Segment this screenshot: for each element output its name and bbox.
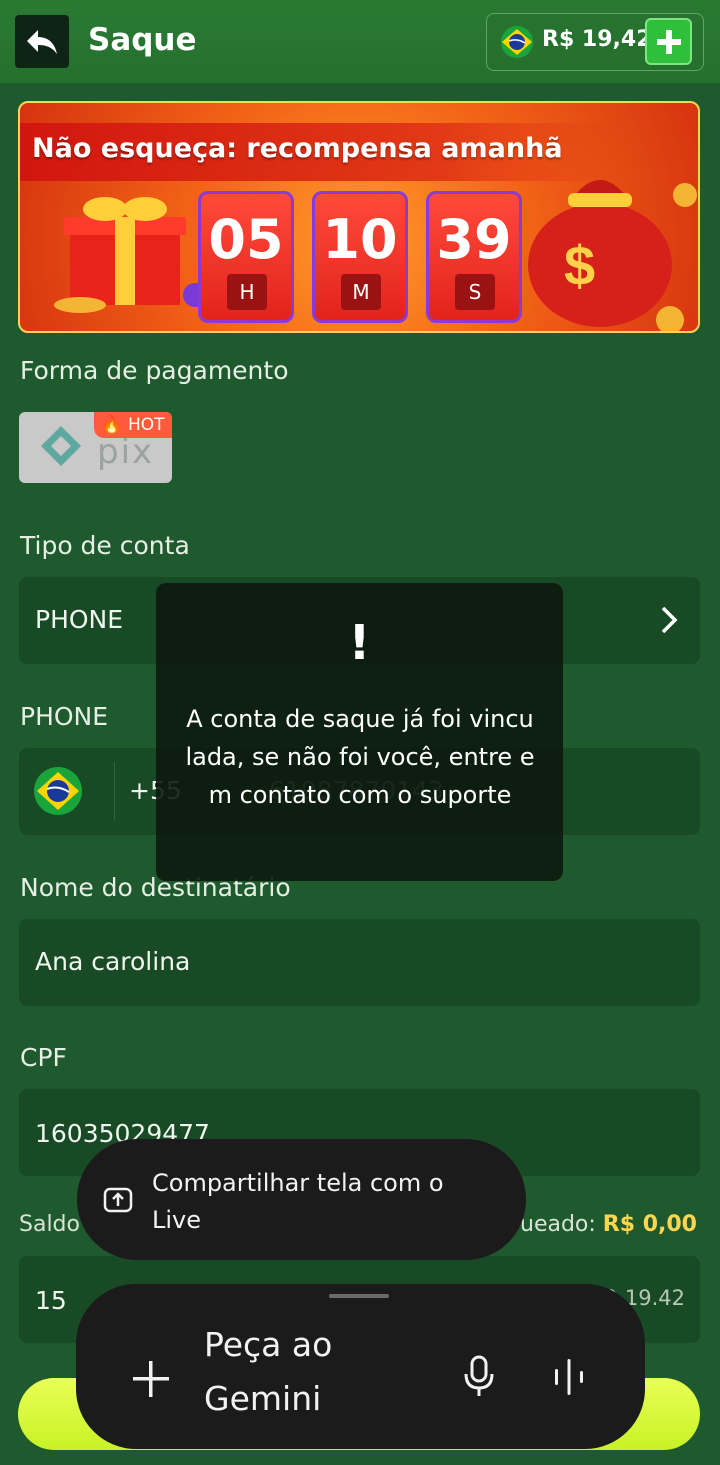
recipient-input[interactable]: Ana carolina: [19, 919, 700, 1006]
timer-minutes-unit: M: [341, 274, 381, 310]
hot-badge-text: HOT: [128, 415, 165, 435]
add-balance-button[interactable]: [645, 18, 692, 65]
account-type-value: PHONE: [35, 605, 124, 634]
microphone-icon[interactable]: [462, 1354, 496, 1398]
timer-minutes: 10 M: [312, 191, 408, 323]
plus-icon[interactable]: [129, 1357, 173, 1401]
back-arrow-icon: [27, 29, 57, 54]
blocked-balance-label: ueado:: [520, 1212, 596, 1237]
svg-text:$: $: [564, 234, 595, 297]
balance-value: R$ 19,42: [542, 27, 652, 52]
drag-handle[interactable]: [329, 1294, 389, 1298]
timer-hours-value: 05: [208, 208, 284, 271]
phone-divider: [114, 762, 115, 820]
pix-wordmark: pix: [97, 432, 155, 472]
brazil-flag-icon: [501, 26, 533, 58]
payment-method-label: Forma de pagamento: [20, 356, 289, 385]
gemini-input-bar[interactable]: Peça ao Gemini: [76, 1284, 645, 1449]
timer-seconds: 39 S: [426, 191, 522, 323]
alert-toast: ! A conta de saque já foi vinculada, se …: [156, 583, 563, 881]
brazil-flag-icon: [34, 767, 82, 815]
account-type-label: Tipo de conta: [20, 531, 190, 560]
amount-value: 15: [35, 1286, 67, 1315]
gemini-prompt-placeholder[interactable]: Peça ao Gemini: [204, 1318, 384, 1426]
pix-payment-option[interactable]: pix 🔥 HOT: [19, 412, 172, 483]
hot-badge: 🔥 HOT: [94, 412, 172, 438]
promo-banner[interactable]: Não esqueça: recompensa amanhã $ 05 H 10…: [18, 101, 700, 333]
chevron-right-icon: [661, 606, 678, 634]
money-bag-icon: $: [528, 180, 697, 331]
timer-hours-unit: H: [227, 274, 267, 310]
blocked-balance: ueado: R$ 0,00: [520, 1212, 697, 1237]
share-screen-text: Compartilhar tela com o Live: [152, 1169, 444, 1234]
pix-logo-icon: [41, 426, 81, 466]
flame-icon: 🔥: [101, 415, 123, 435]
gift-box-icon: [54, 197, 200, 313]
back-button[interactable]: [15, 15, 69, 68]
phone-label: PHONE: [20, 702, 109, 731]
timer-seconds-value: 39: [436, 208, 512, 271]
live-audio-icon[interactable]: [552, 1357, 586, 1397]
plus-icon: [656, 29, 681, 54]
saldo-label: Saldo: [19, 1212, 80, 1237]
banner-title: Não esqueça: recompensa amanhã: [32, 133, 563, 164]
page-title: Saque: [88, 22, 197, 58]
timer-hours: 05 H: [198, 191, 294, 323]
share-screen-live-button[interactable]: Compartilhar tela com o Live: [77, 1139, 526, 1260]
toast-message: A conta de saque já foi vinculada, se nã…: [185, 705, 535, 809]
recipient-value: Ana carolina: [35, 947, 191, 976]
screen-share-icon: [103, 1187, 133, 1213]
cpf-label: CPF: [20, 1043, 67, 1072]
exclamation-icon: !: [348, 615, 371, 671]
timer-seconds-unit: S: [455, 274, 495, 310]
blocked-balance-amount: R$ 0,00: [602, 1212, 697, 1237]
timer-minutes-value: 10: [322, 208, 398, 271]
